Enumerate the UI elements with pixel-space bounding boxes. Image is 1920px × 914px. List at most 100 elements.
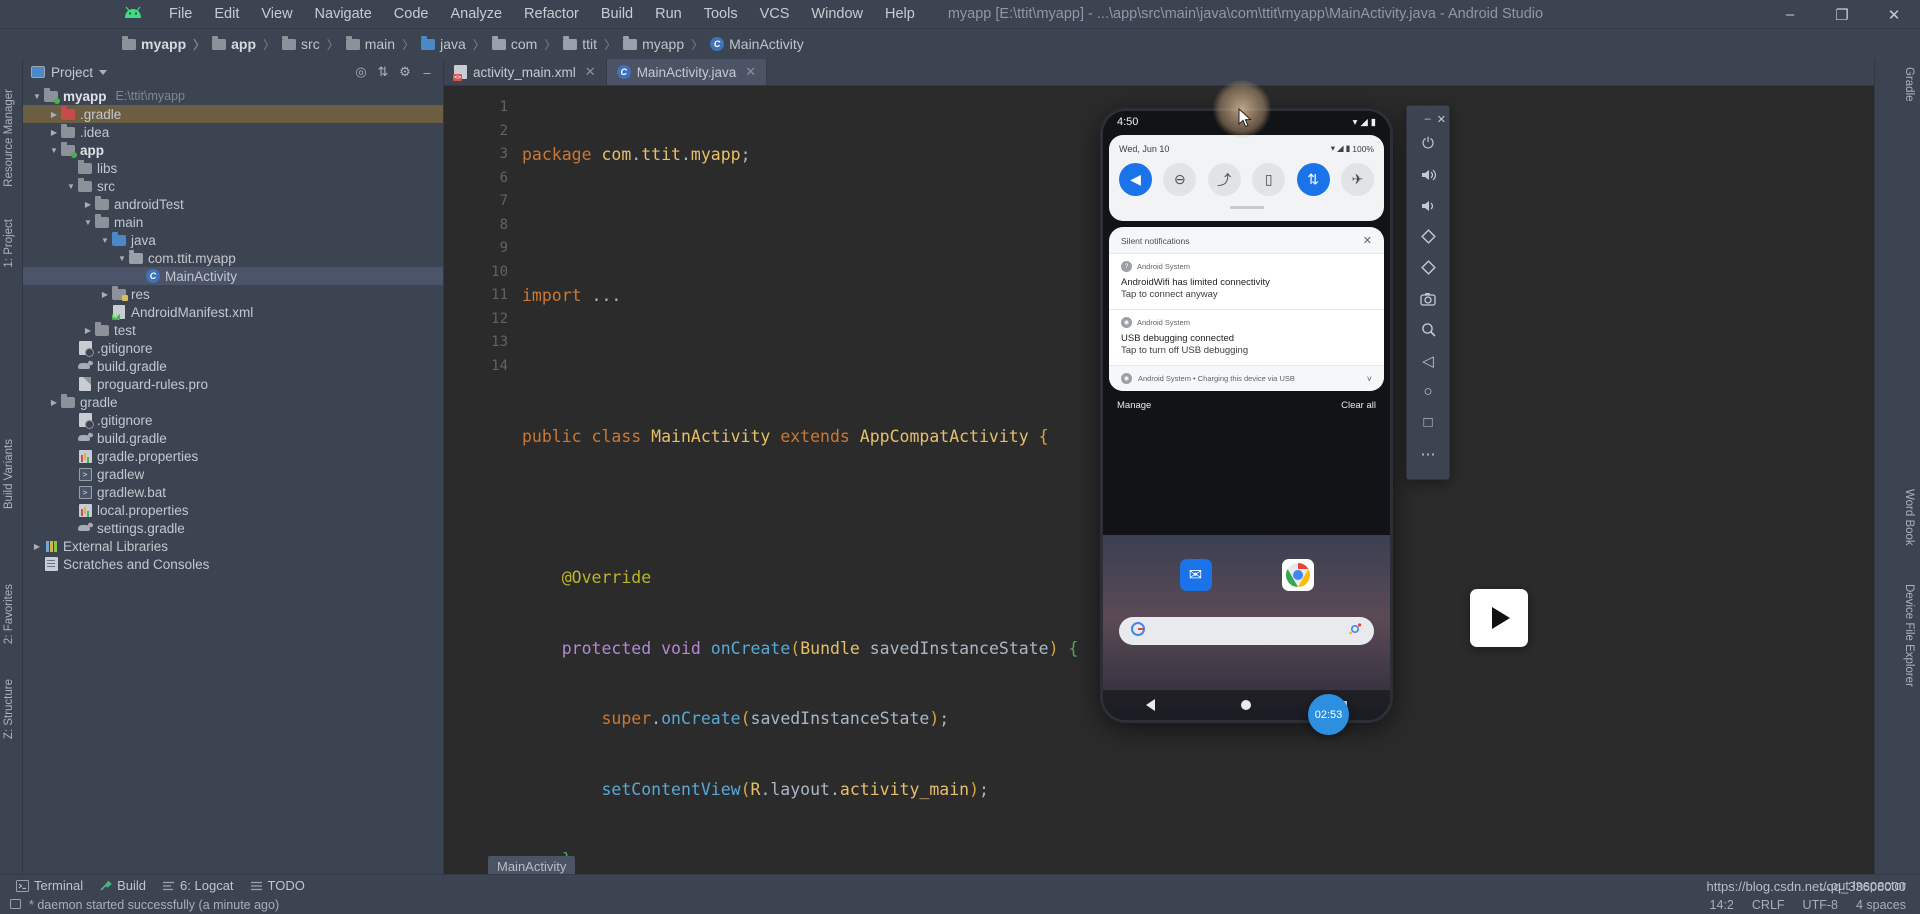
close-icon[interactable]: ✕ bbox=[1363, 234, 1372, 247]
maximize-button[interactable]: ❐ bbox=[1816, 0, 1868, 29]
breadcrumb-item-src[interactable]: src bbox=[256, 35, 320, 53]
line-number-13[interactable]: 13 bbox=[444, 331, 516, 355]
expand-collapse-icon[interactable]: ⇅ bbox=[373, 62, 393, 82]
sidebar-item-word-book[interactable]: Word Book bbox=[1903, 489, 1915, 551]
back-button[interactable]: ◁ bbox=[1412, 345, 1444, 376]
sidebar-item-device-file-explorer[interactable]: Device File Explorer bbox=[1903, 584, 1915, 692]
tree-node--gitignore[interactable]: .gitignore bbox=[23, 411, 443, 429]
chevron-down-icon[interactable] bbox=[99, 69, 108, 75]
bottom-tool-bar[interactable]: Terminal Build 6: Logcat TODO ...out Ins… bbox=[0, 874, 1920, 896]
zoom-button[interactable] bbox=[1412, 314, 1444, 345]
tree-node-gradle[interactable]: ▶ gradle bbox=[23, 393, 443, 411]
tab-activity-main-xml[interactable]: activity_main.xml ✕ bbox=[444, 59, 607, 85]
menu-help[interactable]: Help bbox=[874, 3, 926, 25]
quick-settings-panel[interactable]: Wed, Jun 10 ▾ ◢ ▮ 100% ◀ ⊖ ⤴ ▯ ⇅ ✈ bbox=[1109, 135, 1384, 221]
tree-node-app[interactable]: ▼ app bbox=[23, 141, 443, 159]
google-lens-icon[interactable] bbox=[1348, 622, 1362, 641]
breadcrumb-item-app[interactable]: app bbox=[186, 35, 256, 53]
emulator-screen[interactable]: 4:50 ▾ ◢ ▮ Wed, Jun 10 ▾ ◢ ▮ 100% ◀ ⊖ ⤴ … bbox=[1103, 111, 1390, 720]
manage-button[interactable]: Manage bbox=[1117, 400, 1151, 411]
tree-node-myapp[interactable]: ▼ myapp E:\ttit\myapp bbox=[23, 87, 443, 105]
sidebar-item-build-variants[interactable]: Build Variants bbox=[3, 439, 15, 509]
android-emulator-window[interactable]: 4:50 ▾ ◢ ▮ Wed, Jun 10 ▾ ◢ ▮ 100% ◀ ⊖ ⤴ … bbox=[1100, 108, 1393, 723]
google-search-bar[interactable] bbox=[1119, 617, 1374, 645]
breadcrumb-item-ttit[interactable]: ttit bbox=[537, 35, 597, 53]
notification-item-usb[interactable]: ◉ Android System USB debugging connected… bbox=[1109, 309, 1384, 365]
caret-position[interactable]: 14:2 bbox=[1710, 898, 1734, 912]
emulator-side-toolbar[interactable]: – ✕ ⏻ ◁ ○ □ ⋯ bbox=[1406, 105, 1450, 480]
tree-node-local-properties[interactable]: local.properties bbox=[23, 501, 443, 519]
line-number-14[interactable]: 14 bbox=[444, 355, 516, 379]
line-number-12[interactable]: 12 bbox=[444, 308, 516, 332]
chevron-right-icon[interactable]: ▶ bbox=[31, 542, 43, 551]
minimize-button[interactable]: – bbox=[1764, 0, 1816, 29]
menu-vcs[interactable]: VCS bbox=[749, 3, 801, 25]
tree-node--gitignore[interactable]: .gitignore bbox=[23, 339, 443, 357]
tree-node-java[interactable]: ▼ java bbox=[23, 231, 443, 249]
sidebar-item-resource-manager[interactable]: Resource Manager bbox=[3, 89, 15, 187]
breadcrumb-item-com[interactable]: com bbox=[466, 35, 537, 53]
messages-app-icon[interactable]: ✉ bbox=[1179, 559, 1212, 591]
home-button[interactable]: ○ bbox=[1412, 376, 1444, 407]
extended-controls-button[interactable]: ⋯ bbox=[1412, 438, 1444, 469]
line-number-10[interactable]: 10 bbox=[444, 261, 516, 285]
breadcrumb-item-java[interactable]: java bbox=[395, 35, 466, 53]
notification-group[interactable]: Silent notifications ✕ ? Android System … bbox=[1109, 227, 1384, 391]
menu-file[interactable]: File bbox=[158, 3, 203, 25]
menu-code[interactable]: Code bbox=[383, 3, 440, 25]
tree-node-gradle-properties[interactable]: gradle.properties bbox=[23, 447, 443, 465]
tree-node-proguard-rules-pro[interactable]: proguard-rules.pro bbox=[23, 375, 443, 393]
tree-node-gradlew-bat[interactable]: > gradlew.bat bbox=[23, 483, 443, 501]
chevron-down-icon[interactable]: ▼ bbox=[82, 218, 94, 227]
tree-node-libs[interactable]: libs bbox=[23, 159, 443, 177]
volume-up-button[interactable] bbox=[1412, 159, 1444, 190]
close-button[interactable]: ✕ bbox=[1868, 0, 1920, 29]
flashlight-tile[interactable]: ⤴ bbox=[1207, 163, 1241, 196]
tree-node-scratches-and-consoles[interactable]: Scratches and Consoles bbox=[23, 555, 443, 573]
airplane-mode-tile[interactable]: ✈ bbox=[1340, 163, 1374, 196]
menu-build[interactable]: Build bbox=[590, 3, 644, 25]
panel-drag-handle[interactable] bbox=[1229, 206, 1264, 209]
tree-node-settings-gradle[interactable]: settings.gradle bbox=[23, 519, 443, 537]
menu-view[interactable]: View bbox=[250, 3, 303, 25]
close-tab-icon[interactable]: ✕ bbox=[745, 64, 756, 80]
menu-run[interactable]: Run bbox=[644, 3, 693, 25]
notification-actions[interactable]: Manage Clear all bbox=[1103, 391, 1390, 420]
rotate-left-button[interactable] bbox=[1412, 221, 1444, 252]
chevron-down-icon[interactable]: ▼ bbox=[116, 254, 128, 263]
tree-node-com-ttit-myapp[interactable]: ▼ com.ttit.myapp bbox=[23, 249, 443, 267]
notification-item-wifi[interactable]: ? Android System AndroidWifi has limited… bbox=[1109, 253, 1384, 309]
menu-analyze[interactable]: Analyze bbox=[439, 3, 513, 25]
android-home-screen[interactable]: ✉ bbox=[1103, 535, 1390, 720]
project-tree[interactable]: ▼ myapp E:\ttit\myapp ▶ .gradle ▶ .idea ▼ app lib… bbox=[23, 85, 443, 573]
tool-logcat[interactable]: 6: Logcat bbox=[162, 878, 234, 893]
emulator-window-controls[interactable]: – ✕ bbox=[1407, 110, 1449, 128]
sidebar-item-project[interactable]: 1: Project bbox=[3, 219, 15, 268]
line-number-11[interactable]: 11 bbox=[444, 284, 516, 308]
breadcrumb-item-mainactivity[interactable]: C MainActivity bbox=[684, 36, 804, 53]
mobile-data-tile[interactable]: ⇅ bbox=[1296, 163, 1330, 196]
menu-edit[interactable]: Edit bbox=[203, 3, 250, 25]
breadcrumb-item-main[interactable]: main bbox=[320, 35, 395, 53]
locate-icon[interactable]: ◎ bbox=[351, 62, 371, 82]
hide-panel-icon[interactable]: – bbox=[417, 62, 437, 82]
chevron-right-icon[interactable]: ▶ bbox=[48, 110, 60, 119]
rotate-right-button[interactable] bbox=[1412, 252, 1444, 283]
battery-saver-tile[interactable]: ▯ bbox=[1252, 163, 1286, 196]
play-overlay-button[interactable] bbox=[1470, 589, 1528, 647]
tree-node-androidtest[interactable]: ▶ androidTest bbox=[23, 195, 443, 213]
breadcrumb[interactable]: myapp app src main java com bbox=[122, 35, 804, 53]
chevron-right-icon[interactable]: ▶ bbox=[99, 290, 111, 299]
chevron-right-icon[interactable]: ▶ bbox=[48, 128, 60, 137]
tree-node-build-gradle[interactable]: build.gradle bbox=[23, 429, 443, 447]
home-app-icons[interactable]: ✉ bbox=[1103, 535, 1390, 591]
screenshot-button[interactable] bbox=[1412, 283, 1444, 314]
chevron-down-icon[interactable]: ▼ bbox=[48, 146, 60, 155]
event-log-icon[interactable] bbox=[10, 898, 21, 912]
sidebar-item-structure[interactable]: Z: Structure bbox=[3, 679, 15, 739]
tool-todo[interactable]: TODO bbox=[250, 878, 305, 893]
home-icon[interactable] bbox=[1241, 700, 1252, 710]
tree-node-res[interactable]: ▶ res bbox=[23, 285, 443, 303]
menu-tools[interactable]: Tools bbox=[693, 3, 749, 25]
quick-settings-tiles[interactable]: ◀ ⊖ ⤴ ▯ ⇅ ✈ bbox=[1119, 163, 1374, 196]
